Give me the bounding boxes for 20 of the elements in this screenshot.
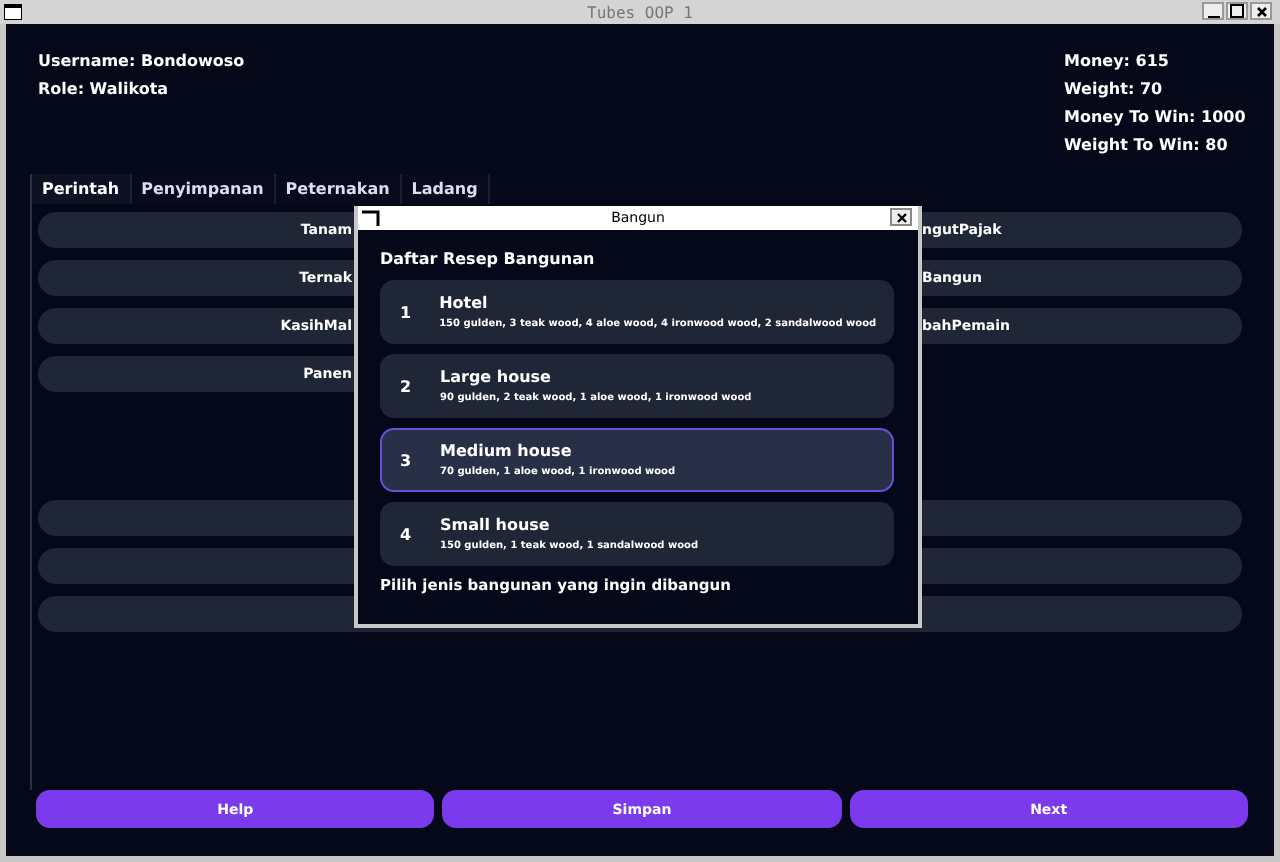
stat-label: Weight: 70 xyxy=(1064,80,1165,98)
tab[interactable]: Perintah xyxy=(32,174,132,204)
maximize-button[interactable] xyxy=(1226,2,1248,20)
minimize-button[interactable] xyxy=(1202,2,1224,20)
close-icon xyxy=(1255,5,1267,17)
close-icon xyxy=(895,211,907,223)
tab[interactable]: Peternakan xyxy=(275,174,402,204)
tab[interactable]: Ladang xyxy=(401,174,490,204)
close-button[interactable] xyxy=(1250,2,1272,20)
username-label: Username: Bondowoso xyxy=(38,52,245,70)
stat-label: Weight To Win: 80 xyxy=(1064,136,1230,154)
tab[interactable]: Penyimpanan xyxy=(131,174,276,204)
stat-label: Money To Win: 1000 xyxy=(1064,108,1248,126)
window-icon xyxy=(362,210,380,226)
stat-label: Money: 615 xyxy=(1064,52,1171,70)
window-icon xyxy=(4,4,22,20)
window-title: Tubes OOP 1 xyxy=(587,3,693,21)
role-label: Role: Walikota xyxy=(38,80,171,98)
close-button[interactable] xyxy=(890,208,912,226)
maximize-icon xyxy=(1230,4,1244,18)
